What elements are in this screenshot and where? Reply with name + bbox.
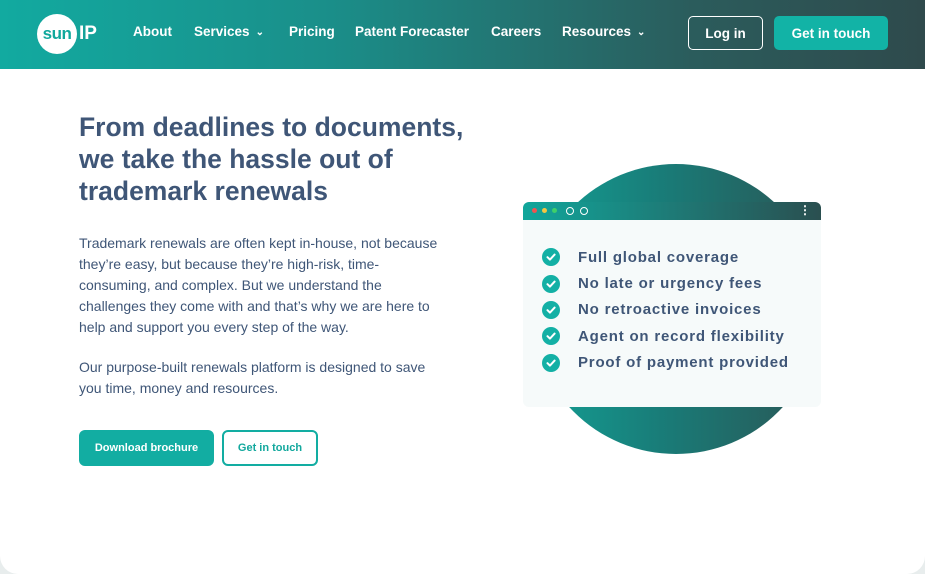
nav-item-patent-forecaster[interactable]: Patent Forecaster: [355, 24, 469, 39]
window-title-bar: ⋮: [523, 202, 821, 220]
check-circle-icon: [542, 327, 560, 346]
check-circle-icon: [542, 300, 560, 319]
features-card: ⋮ Full global coverage No late or urgenc…: [523, 202, 821, 407]
page-title: From deadlines to documents, we take the…: [79, 112, 464, 206]
list-item: No retroactive invoices: [542, 297, 789, 323]
download-brochure-button[interactable]: Download brochure: [79, 430, 214, 466]
nav-item-label: Services: [194, 24, 250, 39]
nav-item-resources[interactable]: Resources ⌄: [562, 24, 645, 39]
nav-item-about[interactable]: About: [133, 24, 172, 39]
feature-label: Agent on record flexibility: [578, 327, 785, 345]
nav-item-label: Patent Forecaster: [355, 24, 470, 39]
window-dot-yellow: [542, 208, 547, 213]
platform-paragraph: Our purpose-built renewals platform is d…: [79, 359, 426, 396]
chevron-down-icon: ⌄: [637, 27, 646, 38]
logo-suffix: IP: [79, 23, 97, 44]
nav-item-label: Careers: [491, 24, 542, 39]
window-ring-icon: [580, 207, 588, 215]
nav-item-services[interactable]: Services ⌄: [194, 24, 264, 39]
nav-item-label: Pricing: [289, 24, 335, 39]
window-dot-green: [552, 208, 557, 213]
logo-text: sun: [42, 24, 72, 43]
top-navigation: sun IP About Services ⌄ Pricing Patent Fo…: [0, 0, 925, 69]
feature-label: No late or urgency fees: [578, 275, 763, 293]
nav-item-careers[interactable]: Careers: [491, 24, 541, 39]
list-item: Proof of payment provided: [542, 350, 789, 376]
window-dot-red: [532, 208, 537, 213]
list-item: Full global coverage: [542, 244, 789, 270]
intro-paragraph: Trademark renewals are often kept in-hou…: [79, 235, 438, 335]
feature-label: Proof of payment provided: [578, 354, 789, 372]
login-button[interactable]: Log in: [688, 16, 763, 50]
list-item: No late or urgency fees: [542, 270, 789, 296]
logo-circle: sun: [37, 14, 77, 54]
check-circle-icon: [542, 248, 560, 267]
kebab-menu-icon: ⋮: [799, 203, 811, 217]
nav-item-pricing[interactable]: Pricing: [289, 24, 335, 39]
logo[interactable]: sun IP: [37, 14, 97, 54]
hero-section: From deadlines to documents, we take the…: [0, 69, 925, 574]
feature-label: No retroactive invoices: [578, 301, 762, 319]
chevron-down-icon: ⌄: [255, 27, 264, 38]
feature-label: Full global coverage: [578, 248, 740, 266]
window-ring-icon: [566, 207, 574, 215]
check-circle-icon: [542, 353, 560, 372]
check-circle-icon: [542, 274, 560, 293]
nav-item-label: About: [133, 24, 172, 39]
nav-item-label: Resources: [562, 24, 632, 39]
list-item: Agent on record flexibility: [542, 323, 789, 349]
get-in-touch-nav-button[interactable]: Get in touch: [774, 16, 888, 50]
features-list: Full global coverage No late or urgency …: [542, 244, 789, 376]
get-in-touch-button[interactable]: Get in touch: [222, 430, 318, 466]
